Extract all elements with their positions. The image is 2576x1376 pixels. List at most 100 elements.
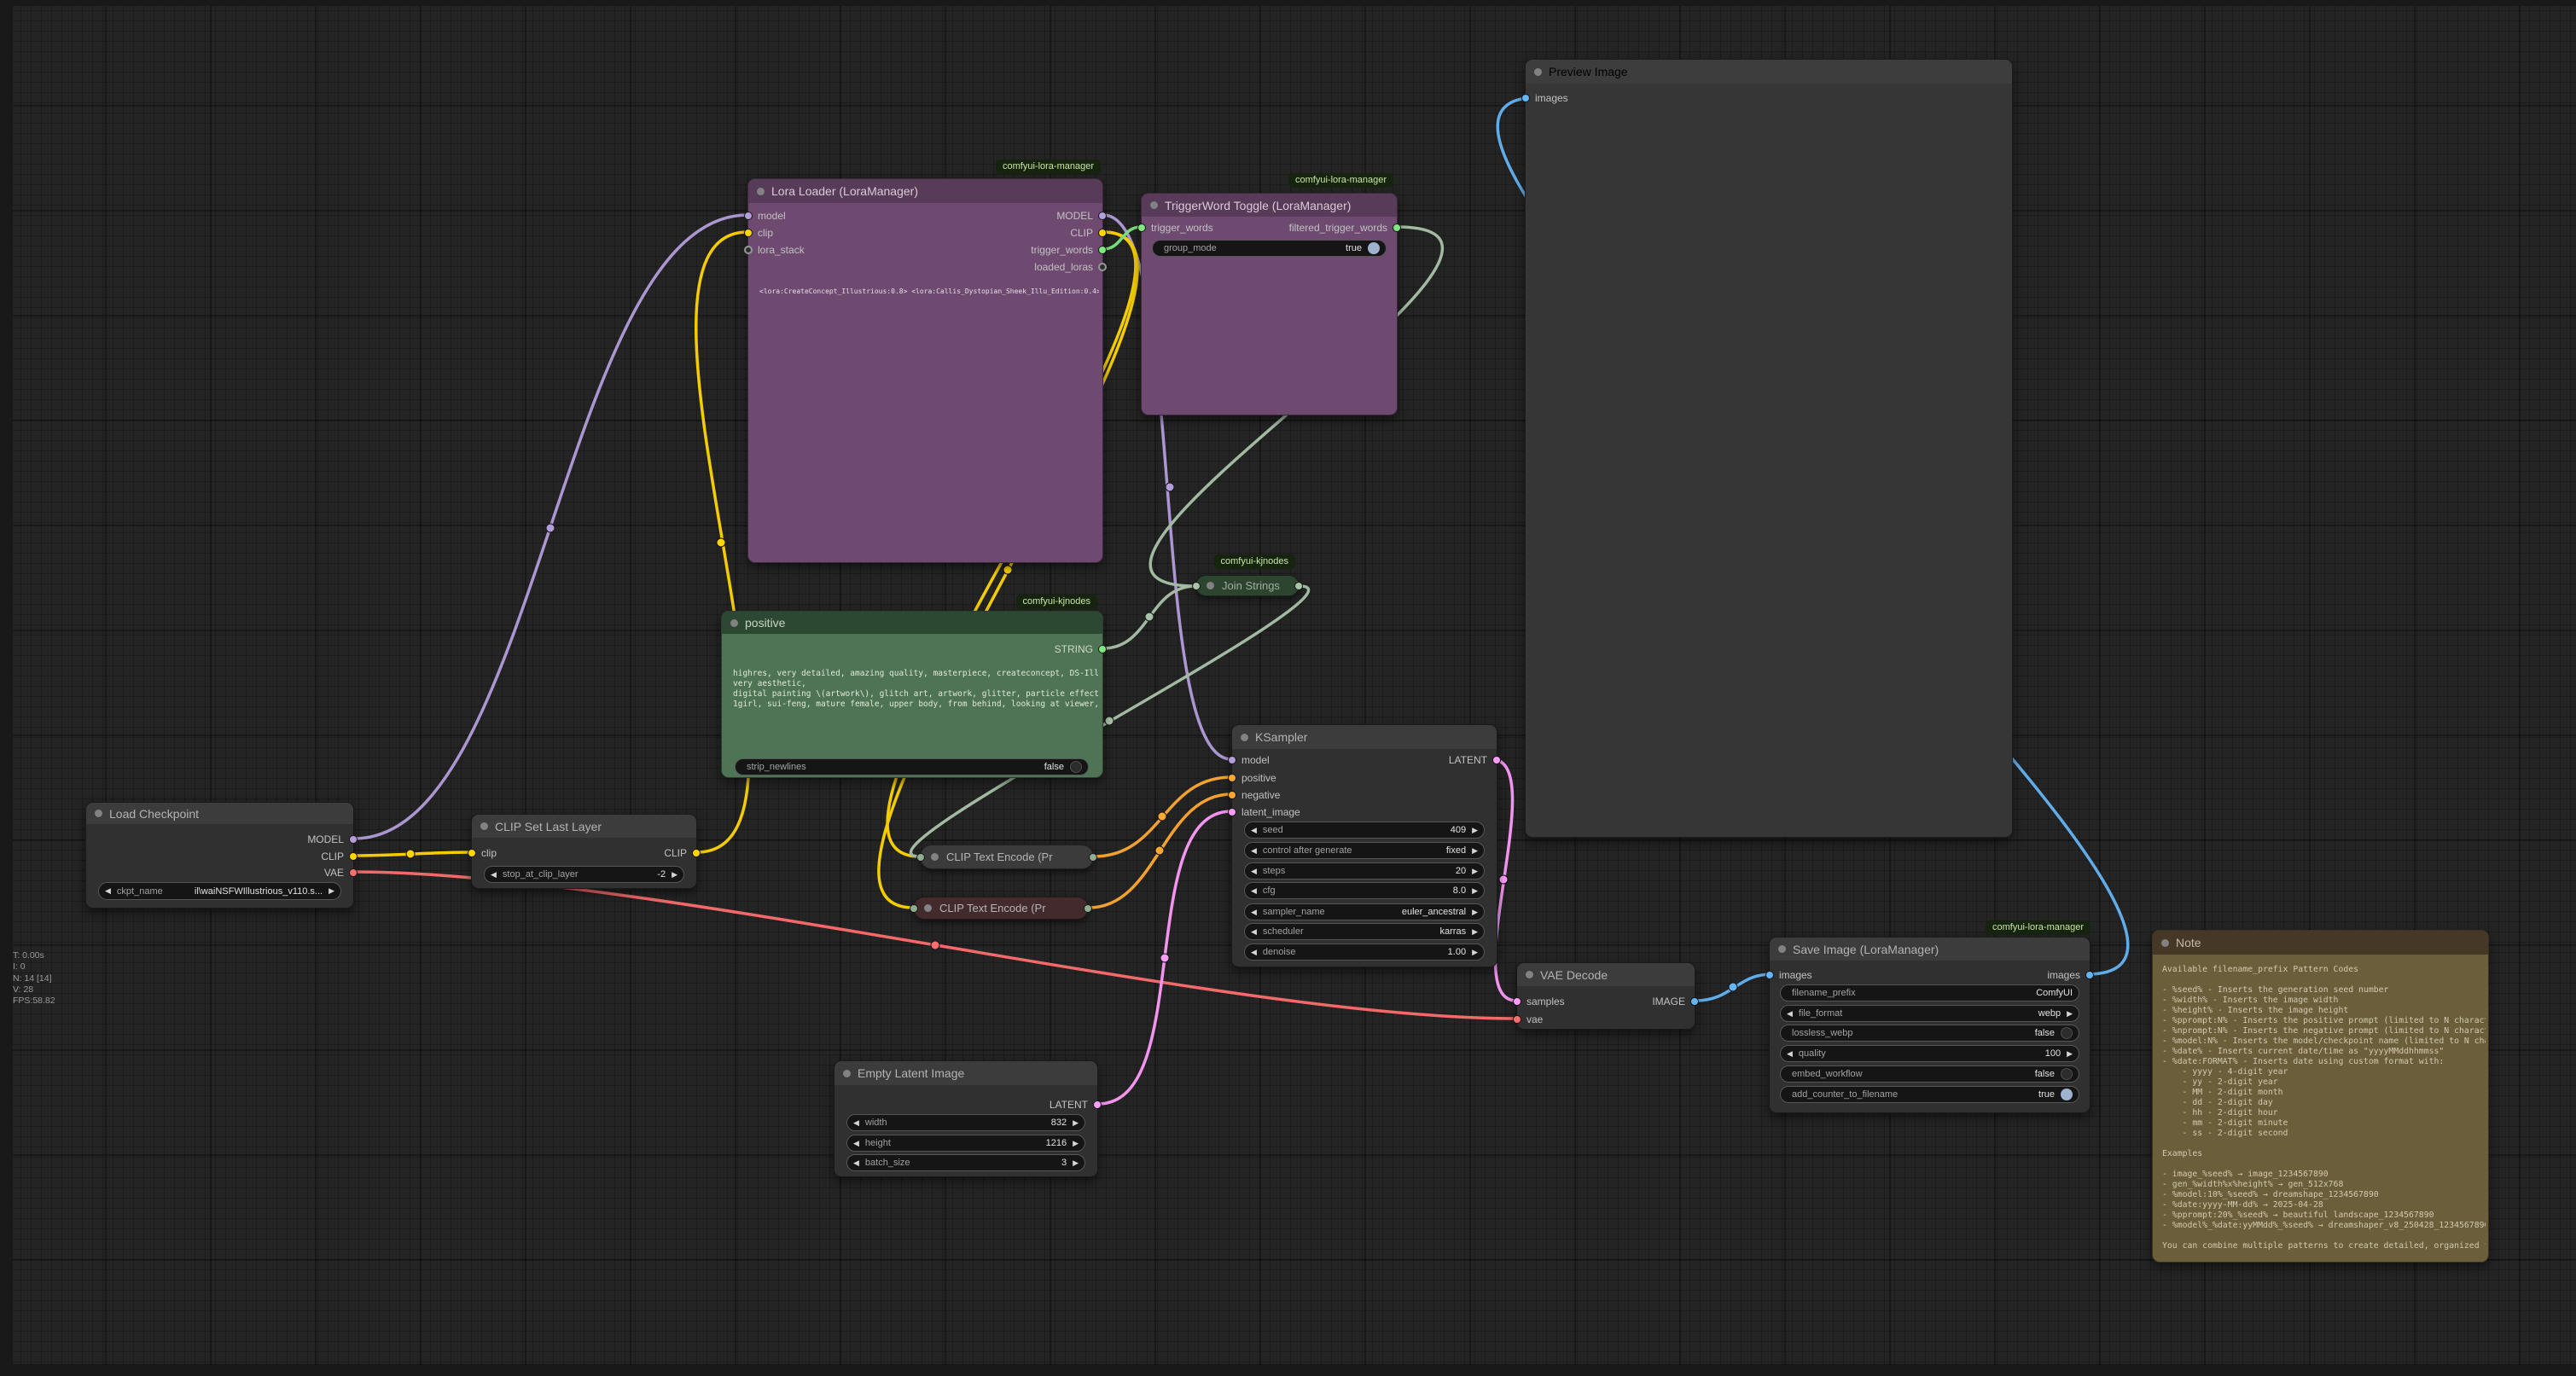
collapse-dot-icon[interactable] xyxy=(1150,201,1158,209)
vae-dot-icon[interactable] xyxy=(349,868,358,877)
input-slot-model[interactable]: model xyxy=(744,207,786,224)
output-slot-images[interactable]: images xyxy=(2047,967,2094,984)
right-arrow-icon[interactable]: ▶ xyxy=(1073,1119,1079,1127)
toggle-knob-icon[interactable] xyxy=(1070,761,1082,773)
right-arrow-icon[interactable]: ▶ xyxy=(1472,909,1478,916)
right-arrow-icon[interactable]: ▶ xyxy=(1472,928,1478,936)
file-format-widget[interactable]: ◀file_formatwebp▶ xyxy=(1780,1005,2079,1022)
input-slot-images[interactable]: images xyxy=(1521,90,1568,107)
collapse-dot-icon[interactable] xyxy=(843,1070,851,1077)
model-dot-icon[interactable] xyxy=(1228,756,1236,764)
input-slot-latent-image[interactable]: latent_image xyxy=(1228,804,1300,821)
collapse-dot-icon[interactable] xyxy=(1526,971,1533,978)
input-slot-vae[interactable]: vae xyxy=(1513,1011,1543,1028)
toggle-knob-icon[interactable] xyxy=(2061,1089,2073,1100)
collapse-dot-icon[interactable] xyxy=(1778,945,1786,953)
left-arrow-icon[interactable]: ◀ xyxy=(1251,949,1257,956)
clip-dot-icon[interactable] xyxy=(468,849,476,857)
seed-widget[interactable]: ◀seed409▶ xyxy=(1244,822,1485,839)
collapse-dot-icon[interactable] xyxy=(924,904,932,912)
collapse-dot-icon[interactable] xyxy=(730,619,738,627)
node-ksampler[interactable]: KSampler model positive negative latent_… xyxy=(1231,724,1497,967)
right-arrow-icon[interactable]: ▶ xyxy=(1472,847,1478,855)
denoise-widget[interactable]: ◀denoise1.00▶ xyxy=(1244,943,1485,961)
output-slot-model[interactable]: MODEL xyxy=(1056,207,1107,224)
output-dot-icon[interactable] xyxy=(1294,582,1303,590)
right-arrow-icon[interactable]: ▶ xyxy=(672,871,677,879)
output-slot-clip[interactable]: CLIP xyxy=(664,845,701,862)
output-slot-latent[interactable]: LATENT xyxy=(1050,1096,1102,1113)
control-after-generate-widget[interactable]: ◀control after generatefixed▶ xyxy=(1244,842,1485,859)
model-dot-icon[interactable] xyxy=(349,835,358,844)
node-header[interactable]: Note xyxy=(2153,931,2488,955)
input-dot-icon[interactable] xyxy=(910,904,918,913)
right-arrow-icon[interactable]: ▶ xyxy=(2067,1010,2073,1018)
left-arrow-icon[interactable]: ◀ xyxy=(853,1159,859,1167)
left-arrow-icon[interactable]: ◀ xyxy=(1251,847,1257,855)
embed-workflow-widget[interactable]: embed_workflowfalse xyxy=(1780,1065,2079,1083)
input-slot-images[interactable]: images xyxy=(1765,967,1812,984)
node-clip-text-encode-negative[interactable]: CLIP Text Encode (Pr xyxy=(913,897,1089,920)
width-widget[interactable]: ◀width832▶ xyxy=(846,1114,1085,1131)
node-clip-text-encode-positive[interactable]: CLIP Text Encode (Pr xyxy=(920,845,1094,869)
right-arrow-icon[interactable]: ▶ xyxy=(1472,887,1478,895)
quality-widget[interactable]: ◀quality100▶ xyxy=(1780,1045,2079,1062)
output-slot-clip[interactable]: CLIP xyxy=(321,848,358,865)
left-arrow-icon[interactable]: ◀ xyxy=(491,871,497,879)
prompt-text[interactable]: highres, very detailed, amazing quality,… xyxy=(733,669,1098,710)
node-join-strings[interactable]: Join Strings xyxy=(1195,575,1300,596)
node-load-checkpoint[interactable]: Load Checkpoint MODEL CLIP VAE ◀ ckpt_na… xyxy=(85,802,354,909)
strip-newlines-widget[interactable]: strip_newlines false xyxy=(735,758,1089,775)
input-slot-lora-stack[interactable]: lora_stack xyxy=(744,241,805,258)
toggle-knob-icon[interactable] xyxy=(2061,1027,2073,1039)
right-arrow-icon[interactable]: ▶ xyxy=(1472,868,1478,875)
collapse-dot-icon[interactable] xyxy=(1534,68,1542,76)
collapse-dot-icon[interactable] xyxy=(757,188,765,195)
right-arrow-icon[interactable]: ▶ xyxy=(2067,1050,2073,1058)
node-canvas[interactable]: Load Checkpoint MODEL CLIP VAE ◀ ckpt_na… xyxy=(0,0,2576,1376)
left-arrow-icon[interactable]: ◀ xyxy=(1251,909,1257,916)
collapse-dot-icon[interactable] xyxy=(95,810,102,817)
clip-dot-icon[interactable] xyxy=(349,852,358,861)
left-arrow-icon[interactable]: ◀ xyxy=(1251,827,1257,834)
stop-at-clip-layer-widget[interactable]: ◀ stop_at_clip_layer -2 ▶ xyxy=(484,866,684,883)
input-slot-model[interactable]: model xyxy=(1228,752,1270,769)
image-dot-icon[interactable] xyxy=(1765,971,1774,979)
collapse-dot-icon[interactable] xyxy=(931,853,939,861)
left-arrow-icon[interactable]: ◀ xyxy=(1251,928,1257,936)
ckpt-name-widget[interactable]: ◀ ckpt_name il\waiNSFWIllustrious_v110.s… xyxy=(98,882,341,900)
left-arrow-icon[interactable]: ◀ xyxy=(853,1119,859,1127)
image-dot-icon[interactable] xyxy=(1521,94,1530,102)
output-slot-trigger-words[interactable]: trigger_words xyxy=(1031,241,1107,258)
right-arrow-icon[interactable]: ▶ xyxy=(1073,1140,1079,1147)
node-header[interactable]: Load Checkpoint xyxy=(86,803,353,824)
input-dot-icon[interactable] xyxy=(916,853,925,862)
left-arrow-icon[interactable]: ◀ xyxy=(1787,1010,1793,1018)
latent-dot-icon[interactable] xyxy=(1093,1100,1102,1109)
collapse-dot-icon[interactable] xyxy=(1207,582,1214,589)
toggle-knob-icon[interactable] xyxy=(2061,1068,2073,1080)
clip-dot-icon[interactable] xyxy=(744,229,753,237)
output-slot-filtered-trigger-words[interactable]: filtered_trigger_words xyxy=(1289,219,1401,236)
latent-dot-icon[interactable] xyxy=(1492,756,1501,764)
collapse-dot-icon[interactable] xyxy=(1241,734,1248,741)
output-slot-string[interactable]: STRING xyxy=(1055,641,1107,658)
output-slot-image[interactable]: IMAGE xyxy=(1652,993,1699,1010)
right-arrow-icon[interactable]: ▶ xyxy=(1472,949,1478,956)
node-header[interactable]: CLIP Set Last Layer xyxy=(472,815,696,838)
output-dot-icon[interactable] xyxy=(1089,853,1097,862)
height-widget[interactable]: ◀height1216▶ xyxy=(846,1135,1085,1152)
output-slot-vae[interactable]: VAE xyxy=(324,864,358,881)
right-arrow-icon[interactable]: ▶ xyxy=(329,887,334,895)
node-header[interactable]: Save Image (LoraManager) xyxy=(1770,938,2090,961)
latent-dot-icon[interactable] xyxy=(1513,997,1521,1006)
steps-widget[interactable]: ◀steps20▶ xyxy=(1244,862,1485,880)
lossless-webp-widget[interactable]: lossless_webpfalse xyxy=(1780,1025,2079,1042)
node-vae-decode[interactable]: VAE Decode samples vae IMAGE xyxy=(1516,962,1695,1030)
scheduler-widget[interactable]: ◀schedulerkarras▶ xyxy=(1244,923,1485,940)
batch-size-widget[interactable]: ◀batch_size3▶ xyxy=(846,1154,1085,1171)
node-triggerword-toggle[interactable]: TriggerWord Toggle (LoraManager) trigger… xyxy=(1141,193,1398,415)
string-dot-icon[interactable] xyxy=(1098,645,1107,653)
node-header[interactable]: VAE Decode xyxy=(1517,963,1695,986)
node-header[interactable]: Lora Loader (LoraManager) xyxy=(748,179,1102,203)
